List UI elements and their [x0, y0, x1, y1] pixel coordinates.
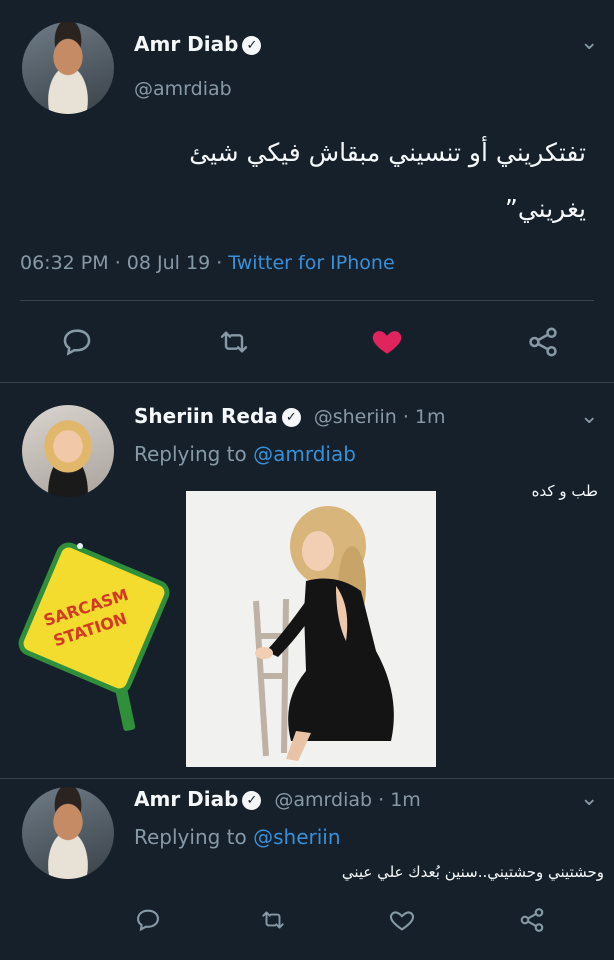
sarcasm-station-sign: SARCASM STATION	[14, 530, 184, 740]
mention-link[interactable]: @sheriin	[253, 825, 340, 849]
verified-badge-icon: ✓	[242, 791, 262, 810]
share-icon[interactable]	[518, 906, 546, 934]
divider	[0, 778, 614, 779]
verified-badge-icon: ✓	[242, 36, 262, 55]
comment-icon[interactable]	[134, 906, 162, 934]
author-handle[interactable]: @amrdiab	[274, 789, 372, 811]
tweet-date: 08 Jul 19	[126, 252, 211, 274]
divider	[20, 300, 594, 301]
meta-separator: ·	[114, 252, 127, 274]
meta-separator: ·	[216, 252, 229, 274]
author-name-text: Sheriin Reda	[134, 404, 278, 428]
chevron-down-icon[interactable]: ⌄	[580, 786, 598, 811]
tweet-time: 06:32 PM	[20, 252, 109, 274]
tweet-age: 1m	[414, 406, 446, 428]
author-handle[interactable]: @sheriin	[314, 406, 397, 428]
avatar-sheriin-reda[interactable]	[22, 405, 114, 497]
divider	[0, 382, 614, 383]
author-name[interactable]: Sheriin Reda ✓ @sheriin · 1m	[134, 404, 446, 428]
meta-separator: ·	[372, 789, 391, 811]
replying-to: Replying to @sheriin	[134, 825, 341, 849]
chevron-down-icon[interactable]: ⌄	[580, 30, 598, 55]
author-handle[interactable]: @amrdiab	[134, 78, 232, 100]
retweet-icon[interactable]	[258, 907, 288, 933]
tweet-age: 1m	[390, 789, 421, 811]
comment-icon[interactable]	[60, 325, 94, 359]
meta-separator: ·	[396, 406, 415, 428]
author-name-text: Amr Diab	[134, 787, 239, 811]
heart-icon[interactable]	[369, 324, 405, 358]
tweet-text: وحشتيني وحشتيني..سنين بُعدك علي عيني	[341, 863, 604, 881]
author-name-text: Amr Diab	[134, 32, 239, 56]
share-icon[interactable]	[526, 325, 560, 359]
mention-link[interactable]: @amrdiab	[253, 442, 356, 466]
heart-icon[interactable]	[387, 906, 417, 934]
author-name[interactable]: Amr Diab ✓	[134, 32, 262, 56]
replying-to: Replying to @amrdiab	[134, 442, 356, 466]
tweet-meta: 06:32 PM · 08 Jul 19 · Twitter for IPhon…	[20, 252, 395, 274]
tweet-source-link[interactable]: Twitter for IPhone	[228, 252, 394, 274]
replying-prefix: Replying to	[134, 825, 247, 849]
tweet-text-line1: تفتكريني أو تنسيني مبقاش فيكي شيئ	[189, 138, 586, 167]
replying-prefix: Replying to	[134, 442, 247, 466]
author-name[interactable]: Amr Diab ✓ @amrdiab · 1m	[134, 787, 421, 811]
avatar-amr-diab[interactable]	[22, 22, 114, 114]
retweet-icon[interactable]	[216, 326, 252, 358]
avatar-amr-diab[interactable]	[22, 787, 114, 879]
attached-photo[interactable]	[186, 491, 436, 767]
verified-badge-icon: ✓	[281, 408, 301, 427]
tweet-text-line2: يغريني”	[504, 194, 586, 223]
chevron-down-icon[interactable]: ⌄	[580, 404, 598, 429]
